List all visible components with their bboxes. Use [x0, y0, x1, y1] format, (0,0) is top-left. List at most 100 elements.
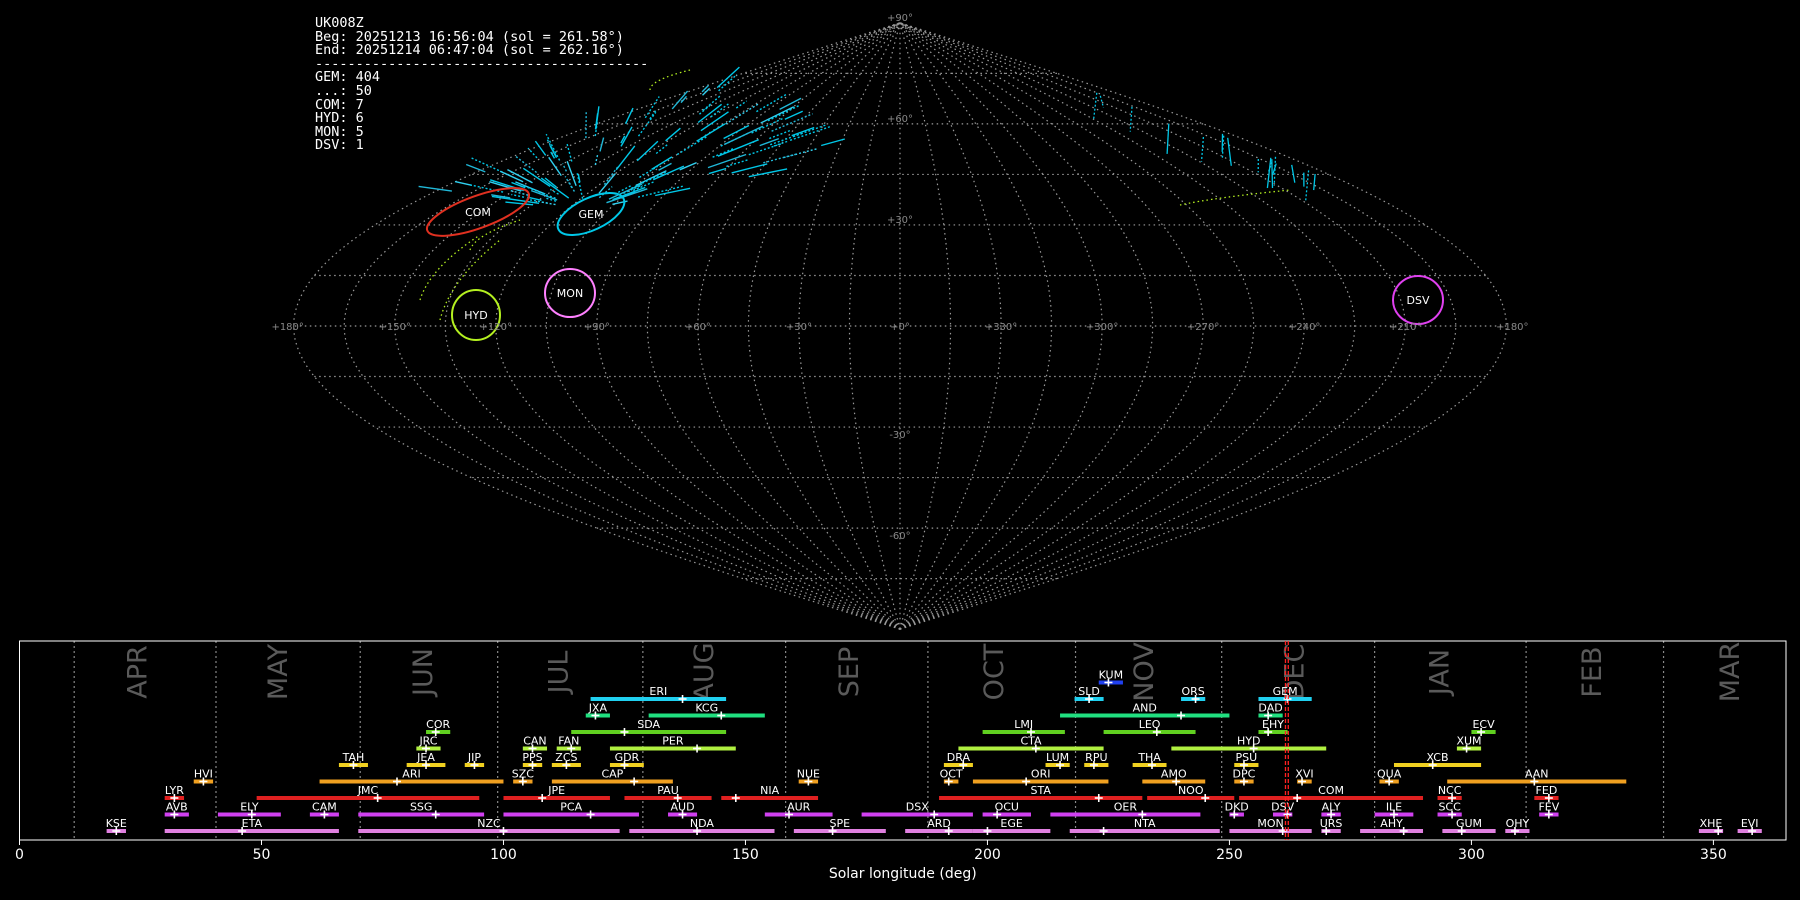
- meteor-trail: [566, 160, 577, 187]
- shower-label-spe: SPE: [830, 817, 851, 830]
- shower-label-ile: ILE: [1386, 801, 1402, 814]
- radiant-label-hyd: HYD: [464, 309, 487, 322]
- meteor-trail: [791, 126, 815, 137]
- meteor-trail: [731, 163, 768, 174]
- shower-label-eta: ETA: [242, 817, 263, 830]
- shower-label-and: AND: [1133, 702, 1157, 715]
- shower-label-nzc: NZC: [477, 817, 501, 830]
- shower-label-can: CAN: [523, 735, 546, 748]
- shower-label-mon: MON: [1257, 817, 1283, 830]
- shower-label-kcg: KCG: [695, 702, 718, 715]
- shower-label-jrc: JRC: [418, 735, 437, 748]
- shower-label-ard: ARD: [927, 817, 951, 830]
- shower-label-ege: EGE: [1000, 817, 1022, 830]
- shower-label-ocu: OCU: [995, 801, 1019, 814]
- shower-label-sld: SLD: [1078, 685, 1100, 698]
- x-tick-label: 150: [732, 847, 759, 863]
- meteor-trail: [467, 183, 504, 193]
- x-tick-label: 200: [974, 847, 1001, 863]
- meteor-trail: [769, 132, 802, 146]
- meteor-trail: [821, 138, 845, 147]
- meteor-trail: [561, 163, 568, 172]
- shower-label-xvi: XVI: [1295, 768, 1313, 781]
- lon-tick-label: +240°: [1288, 322, 1320, 333]
- shower-label-tha: THA: [1137, 751, 1161, 764]
- shower-label-aly: ALY: [1322, 801, 1341, 814]
- radiant-label-com: COM: [465, 206, 491, 219]
- shower-label-dra: DRA: [947, 751, 971, 764]
- shower-label-dpc: DPC: [1233, 768, 1256, 781]
- x-tick-label: 100: [490, 847, 517, 863]
- month-label: JAN: [1424, 649, 1455, 697]
- meteor-trail: [522, 167, 551, 187]
- meteor-trail: [725, 102, 760, 125]
- shower-label-aud: AUD: [671, 801, 695, 814]
- shower-label-amo: AMO: [1161, 768, 1187, 781]
- shower-label-ely: ELY: [240, 801, 259, 814]
- x-tick-label: 350: [1700, 847, 1727, 863]
- x-tick-label: 300: [1458, 847, 1485, 863]
- shower-label-psu: PSU: [1236, 751, 1258, 764]
- meteor-trail: [735, 100, 748, 109]
- shower-label-tah: TAH: [342, 751, 365, 764]
- lon-tick-label: +210°: [1389, 322, 1421, 333]
- meteor-trail: [418, 185, 452, 192]
- lon-tick-label: +90°: [584, 322, 610, 333]
- lon-tick-label: +330°: [985, 322, 1017, 333]
- meteor-trail: [439, 239, 501, 321]
- shower-bars: KSE ETA NZC NDA SPE ARD EGE NTA MON URS AHY GUM OHY X…: [106, 669, 1762, 835]
- shower-label-kse: KSE: [106, 817, 127, 830]
- x-tick-label: 250: [1216, 847, 1243, 863]
- shower-label-hvi: HVI: [194, 768, 213, 781]
- month-label: JUL: [544, 651, 575, 696]
- shower-label-dsv: DSV: [1271, 801, 1294, 814]
- meteor-trail: [655, 143, 670, 155]
- meteor-trail: [769, 129, 791, 140]
- shower-label-sda: SDA: [637, 718, 660, 731]
- meridian-line: [899, 22, 1457, 630]
- shower-label-aan: AAN: [1525, 768, 1549, 781]
- shower-label-lyr: LYR: [165, 784, 184, 797]
- shower-label-ohy: OHY: [1506, 817, 1530, 830]
- lon-tick-label: +180°: [271, 322, 303, 333]
- meteor-trail: [759, 137, 780, 147]
- shower-label-szc: SZC: [512, 768, 535, 781]
- shower-label-sta: STA: [1030, 784, 1051, 797]
- meteor-trail: [708, 167, 727, 175]
- lon-tick-label: +120°: [480, 322, 512, 333]
- shower-label-fev: FEV: [1538, 801, 1559, 814]
- shower-label-nta: NTA: [1134, 817, 1156, 830]
- shower-label-urs: URS: [1320, 817, 1343, 830]
- shower-label-lum: LUM: [1046, 751, 1069, 764]
- meteor-trail: [652, 165, 685, 181]
- shower-label-nue: NUE: [797, 768, 820, 781]
- meteor-trail: [716, 66, 740, 89]
- shower-label-oer: OER: [1114, 801, 1138, 814]
- lat-tick-label: -60°: [889, 531, 910, 542]
- lon-tick-label: +270°: [1187, 322, 1219, 333]
- shower-label-rpu: RPU: [1085, 751, 1107, 764]
- shower-label-jea: JEA: [416, 751, 435, 764]
- meteor-trail: [1129, 106, 1133, 132]
- meteor-trail: [671, 90, 689, 110]
- meteor-trail: [763, 153, 797, 164]
- meteor-trail: [748, 168, 788, 178]
- shower-label-cam: CAM: [312, 801, 337, 814]
- month-label: SEP: [834, 647, 865, 697]
- lon-tick-label: +150°: [378, 322, 410, 333]
- x-axis-label: Solar longitude (deg): [829, 866, 977, 882]
- x-tick-label: 0: [15, 847, 24, 863]
- meteor-trail: [1093, 92, 1098, 119]
- radiant-label-mon: MON: [557, 287, 583, 300]
- meteor-trail: [1227, 137, 1232, 166]
- shower-label-oct: OCT: [940, 768, 963, 781]
- meteor-trail: [465, 163, 486, 173]
- lat-tick-label: +90°: [887, 13, 913, 24]
- shower-label-com: COM: [1318, 784, 1344, 797]
- meteor-trail: [635, 170, 667, 187]
- meteor-trail: [655, 187, 691, 197]
- shower-label-pps: PPS: [522, 751, 542, 764]
- lon-tick-label: +60°: [685, 322, 711, 333]
- month-label: FEB: [1577, 646, 1608, 697]
- meteor-trail: [723, 124, 750, 140]
